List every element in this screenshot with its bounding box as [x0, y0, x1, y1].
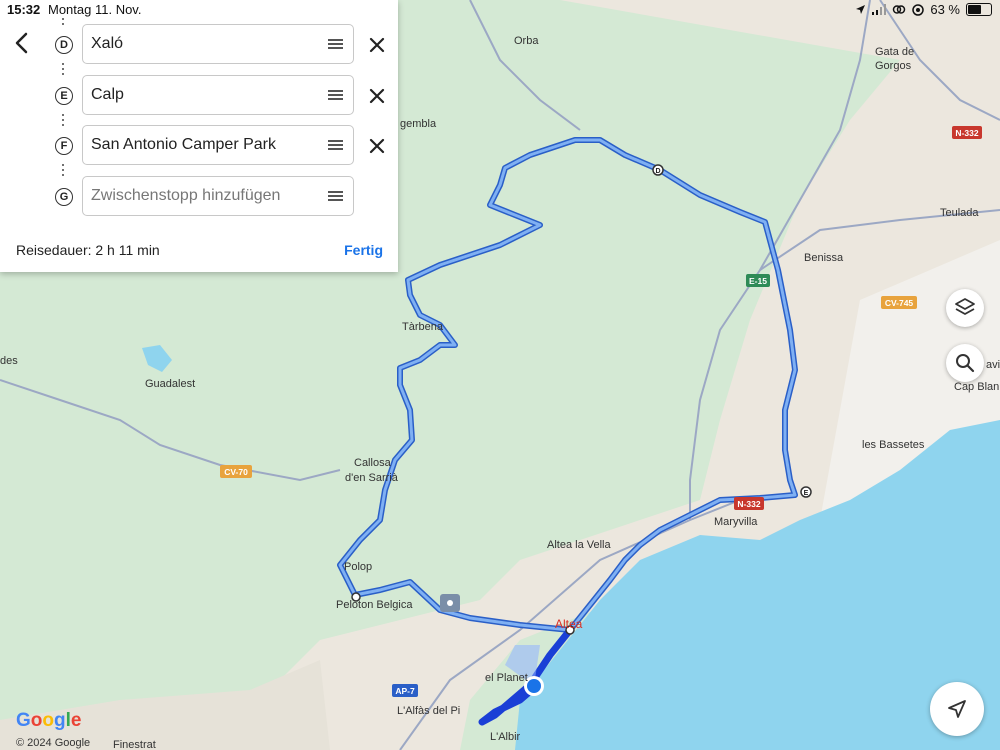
place-label: Tàrbena	[402, 321, 444, 333]
place-label: L'Albir	[490, 731, 521, 743]
recenter-button[interactable]	[930, 682, 984, 736]
place-label: des	[0, 355, 18, 367]
stop-input-d-text: Xaló	[91, 35, 124, 52]
location-arrow-icon	[856, 5, 866, 14]
stop-row-f: F San Antonio Camper Park	[0, 125, 398, 167]
road-badge-n332-bottom: N-332	[734, 497, 764, 510]
place-label: L'Alfàs del Pi	[397, 705, 460, 717]
place-label: d'en Sarrià	[345, 472, 399, 484]
stop-row-d: D Xaló	[0, 24, 398, 66]
stop-input-f[interactable]: San Antonio Camper Park	[82, 125, 354, 165]
road-badge-cv745: CV-745	[881, 296, 917, 309]
done-button[interactable]: Fertig	[344, 242, 383, 258]
svg-text:D: D	[655, 168, 660, 175]
place-label: Altea la Vella	[547, 539, 611, 551]
place-label: Peloton Belgica	[336, 599, 413, 611]
drag-handle-icon[interactable]	[328, 90, 343, 100]
layers-button[interactable]	[946, 289, 984, 327]
status-time: 15:32	[7, 2, 41, 17]
poi-peloton-icon[interactable]	[440, 594, 460, 612]
place-label: avit	[986, 359, 1000, 371]
search-button[interactable]	[946, 344, 984, 382]
status-bar: 15:32 Montag 11. Nov. 63 %	[0, 0, 1000, 18]
place-label: Benissa	[804, 252, 844, 264]
stop-input-e-text: Calp	[91, 86, 124, 103]
stop-input-e[interactable]: Calp	[82, 75, 354, 115]
stop-marker-d: D	[55, 36, 73, 54]
remove-stop-d-icon[interactable]	[367, 35, 387, 55]
remove-stop-e-icon[interactable]	[367, 86, 387, 106]
place-label: Guadalest	[145, 378, 195, 390]
stop-marker-g: G	[55, 188, 73, 206]
trip-duration: Reisedauer: 2 h 11 min	[16, 242, 160, 258]
svg-text:CV-745: CV-745	[885, 298, 914, 308]
waypoint-d[interactable]: D	[652, 164, 664, 176]
waypoint-e[interactable]: E	[800, 486, 812, 498]
svg-text:E: E	[804, 490, 809, 497]
place-label: el Planet	[485, 672, 528, 684]
google-logo: Google	[16, 710, 82, 731]
place-label: Gata de	[875, 46, 914, 58]
road-badge-cv70: CV-70	[220, 465, 252, 478]
road-badge-e15: E-15	[746, 274, 770, 287]
search-icon	[956, 354, 975, 373]
layers-icon	[955, 298, 975, 315]
current-location-dot	[527, 679, 541, 693]
road-badge-n332-top: N-332	[952, 126, 982, 139]
svg-text:E-15: E-15	[749, 276, 767, 286]
place-label: Gorgos	[875, 60, 912, 72]
svg-text:N-332: N-332	[737, 499, 760, 509]
place-label: Polop	[344, 561, 372, 573]
link-icon	[893, 5, 906, 14]
status-date: Montag 11. Nov.	[48, 2, 142, 17]
road-badge-ap7: AP-7	[392, 684, 418, 697]
drag-handle-icon[interactable]	[328, 39, 343, 49]
svg-text:CV-70: CV-70	[224, 467, 248, 477]
focus-icon	[912, 3, 925, 16]
battery-percent: 63 %	[930, 2, 960, 17]
navigation-arrow-icon	[948, 700, 966, 718]
copyright-text: © 2024 Google	[16, 737, 91, 749]
status-indicators: 63 %	[855, 2, 992, 17]
drag-handle-icon[interactable]	[328, 140, 343, 150]
place-label: Orba	[514, 35, 539, 47]
place-label: Teulada	[940, 207, 979, 219]
remove-stop-f-icon[interactable]	[367, 136, 387, 156]
stop-marker-f: F	[55, 137, 73, 155]
place-label: les Bassetes	[862, 439, 925, 451]
place-label: Callosa	[354, 457, 392, 469]
place-label: Cap Blan	[954, 381, 999, 393]
add-stop-placeholder: Zwischenstopp hinzufügen	[91, 187, 281, 204]
svg-text:AP-7: AP-7	[395, 686, 415, 696]
signal-icon	[872, 4, 887, 15]
battery-fill	[968, 5, 981, 14]
place-label: Finestrat	[113, 739, 156, 750]
stop-input-f-text: San Antonio Camper Park	[91, 136, 276, 153]
place-label: Maryvilla	[714, 516, 758, 528]
svg-text:N-332: N-332	[955, 128, 978, 138]
stop-input-d[interactable]: Xaló	[82, 24, 354, 64]
add-stop-input[interactable]: Zwischenstopp hinzufügen	[82, 176, 354, 216]
route-panel: D Xaló E Calp F San Antonio Camper Park …	[0, 0, 398, 272]
drag-handle-icon[interactable]	[328, 191, 343, 201]
place-label: gembla	[400, 118, 437, 130]
stop-row-e: E Calp	[0, 75, 398, 117]
place-label-altea: Altea	[555, 617, 583, 631]
stop-row-g: G Zwischenstopp hinzufügen	[0, 176, 398, 218]
stop-marker-e: E	[55, 87, 73, 105]
battery-icon	[966, 3, 992, 16]
